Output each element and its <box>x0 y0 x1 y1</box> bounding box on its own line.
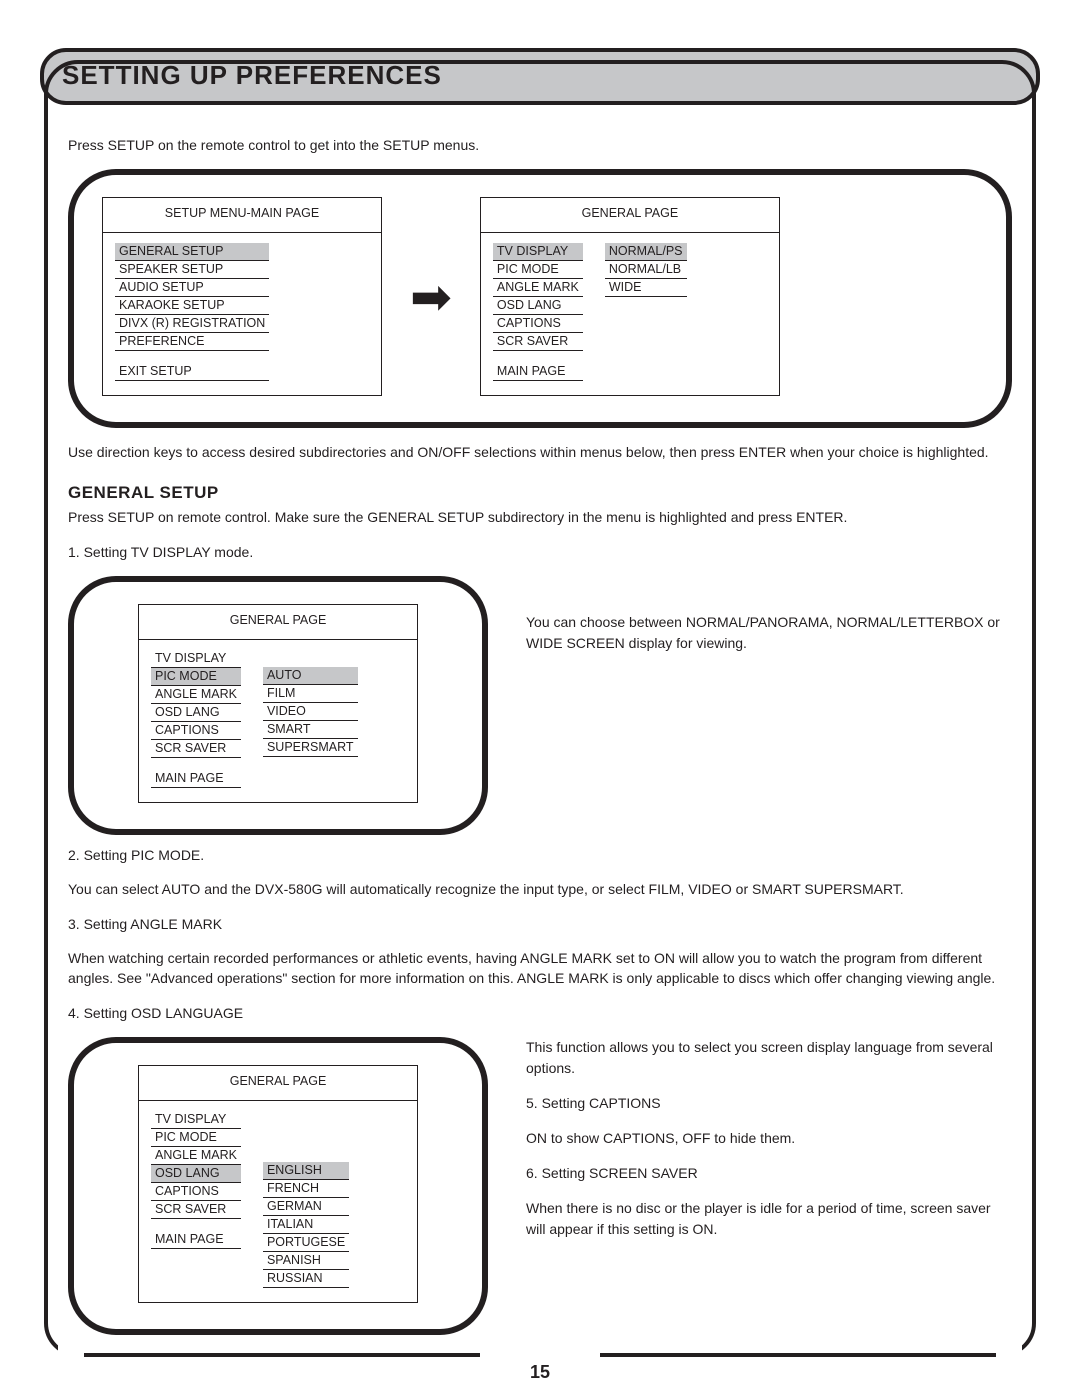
step-4-right-col: This function allows you to select you s… <box>526 1037 1012 1254</box>
option-item: NORMAL/LB <box>605 261 687 279</box>
step-5-body: ON to show CAPTIONS, OFF to hide them. <box>526 1128 1012 1149</box>
step-2-label: 2. Setting PIC MODE. <box>68 845 1012 865</box>
option-item: AUTO <box>263 667 358 685</box>
osd-title: GENERAL PAGE <box>139 605 417 639</box>
option-item: NORMAL/PS <box>605 243 687 261</box>
step-6-label: 6. Setting SCREEN SAVER <box>526 1163 1012 1184</box>
osd-pic-mode: GENERAL PAGE TV DISPLAY PIC MODE ANGLE M… <box>138 604 418 803</box>
option-item: VIDEO <box>263 703 358 721</box>
option-item: SPANISH <box>263 1252 349 1270</box>
step-4-explain: This function allows you to select you s… <box>526 1037 1012 1079</box>
menu-item: CAPTIONS <box>151 1183 241 1201</box>
option-item: GERMAN <box>263 1198 349 1216</box>
intro-text: Press SETUP on the remote control to get… <box>68 135 1012 155</box>
diagram-pic-mode: GENERAL PAGE TV DISPLAY PIC MODE ANGLE M… <box>68 576 488 835</box>
osd-title: SETUP MENU-MAIN PAGE <box>103 198 381 232</box>
diagram-setup-to-general: SETUP MENU-MAIN PAGE GENERAL SETUP SPEAK… <box>68 169 1012 428</box>
osd-title: GENERAL PAGE <box>481 198 779 232</box>
menu-item: OSD LANG <box>151 704 241 722</box>
menu-item: ANGLE MARK <box>493 279 583 297</box>
option-item: PORTUGESE <box>263 1234 349 1252</box>
page-content: Press SETUP on the remote control to get… <box>40 135 1040 1335</box>
menu-item: ANGLE MARK <box>151 1147 241 1165</box>
option-item: FRENCH <box>263 1180 349 1198</box>
menu-item: TV DISPLAY <box>493 243 583 261</box>
section-header: Setting Up Preferences <box>40 48 1040 105</box>
step-1-explain: You can choose between NORMAL/PANORAMA, … <box>526 576 1012 654</box>
menu-item: DIVX (R) REGISTRATION <box>115 315 269 333</box>
step-1-label: 1. Setting TV DISPLAY mode. <box>68 542 1012 562</box>
step-4-label: 4. Setting OSD LANGUAGE <box>68 1003 1012 1023</box>
right-arrow-icon: ➡ <box>410 272 452 322</box>
option-item: ENGLISH <box>263 1162 349 1180</box>
menu-item: PREFERENCE <box>115 333 269 351</box>
menu-item: TV DISPLAY <box>151 650 241 668</box>
section-title: Setting Up Preferences <box>62 60 1018 91</box>
menu-item: KARAOKE SETUP <box>115 297 269 315</box>
menu-footer: MAIN PAGE <box>493 363 583 381</box>
menu-footer: MAIN PAGE <box>151 770 241 788</box>
osd-lang-panel: GENERAL PAGE TV DISPLAY PIC MODE ANGLE M… <box>138 1065 418 1303</box>
osd-left-col: TV DISPLAY PIC MODE ANGLE MARK OSD LANG … <box>493 243 583 381</box>
diagram-osd-lang: GENERAL PAGE TV DISPLAY PIC MODE ANGLE M… <box>68 1037 488 1335</box>
option-item: SUPERSMART <box>263 739 358 757</box>
osd-right-col: NORMAL/PS NORMAL/LB WIDE <box>605 243 687 297</box>
menu-item: GENERAL SETUP <box>115 243 269 261</box>
menu-item: OSD LANG <box>493 297 583 315</box>
border-gap <box>480 1343 600 1361</box>
border-gap <box>58 1343 84 1361</box>
menu-item: ANGLE MARK <box>151 686 241 704</box>
osd-left-col: TV DISPLAY PIC MODE ANGLE MARK OSD LANG … <box>151 1111 241 1249</box>
step-2-body: You can select AUTO and the DVX-580G wil… <box>68 879 1012 899</box>
border-gap <box>996 1343 1022 1361</box>
osd-left-col: TV DISPLAY PIC MODE ANGLE MARK OSD LANG … <box>151 650 241 788</box>
direction-keys-note: Use direction keys to access desired sub… <box>68 442 1012 462</box>
menu-item: SCR SAVER <box>151 740 241 758</box>
osd-right-col: AUTO FILM VIDEO SMART SUPERSMART <box>263 667 358 757</box>
option-item: RUSSIAN <box>263 1270 349 1288</box>
osd-right-col: ENGLISH FRENCH GERMAN ITALIAN PORTUGESE … <box>263 1162 349 1288</box>
menu-item: CAPTIONS <box>493 315 583 333</box>
menu-item: AUDIO SETUP <box>115 279 269 297</box>
option-item: SMART <box>263 721 358 739</box>
step-3-label: 3. Setting ANGLE MARK <box>68 914 1012 934</box>
menu-item: OSD LANG <box>151 1165 241 1183</box>
osd-main-items: GENERAL SETUP SPEAKER SETUP AUDIO SETUP … <box>115 243 269 381</box>
menu-footer: EXIT SETUP <box>115 363 269 381</box>
step-5-label: 5. Setting CAPTIONS <box>526 1093 1012 1114</box>
menu-item: SPEAKER SETUP <box>115 261 269 279</box>
menu-item: PIC MODE <box>493 261 583 279</box>
step-6-body: When there is no disc or the player is i… <box>526 1198 1012 1240</box>
menu-item: CAPTIONS <box>151 722 241 740</box>
option-item: ITALIAN <box>263 1216 349 1234</box>
osd-general-page: GENERAL PAGE TV DISPLAY PIC MODE ANGLE M… <box>480 197 780 396</box>
menu-item: TV DISPLAY <box>151 1111 241 1129</box>
option-item: FILM <box>263 685 358 703</box>
general-intro: Press SETUP on remote control. Make sure… <box>68 507 1012 527</box>
menu-item: PIC MODE <box>151 668 241 686</box>
page-number: 15 <box>0 1362 1080 1383</box>
osd-title: GENERAL PAGE <box>139 1066 417 1100</box>
menu-footer: MAIN PAGE <box>151 1231 241 1249</box>
option-item: WIDE <box>605 279 687 297</box>
step-3-body: When watching certain recorded performan… <box>68 948 1012 989</box>
osd-main-page: SETUP MENU-MAIN PAGE GENERAL SETUP SPEAK… <box>102 197 382 396</box>
menu-item: SCR SAVER <box>493 333 583 351</box>
general-setup-heading: General Setup <box>68 481 1012 506</box>
menu-item: SCR SAVER <box>151 1201 241 1219</box>
menu-item: PIC MODE <box>151 1129 241 1147</box>
